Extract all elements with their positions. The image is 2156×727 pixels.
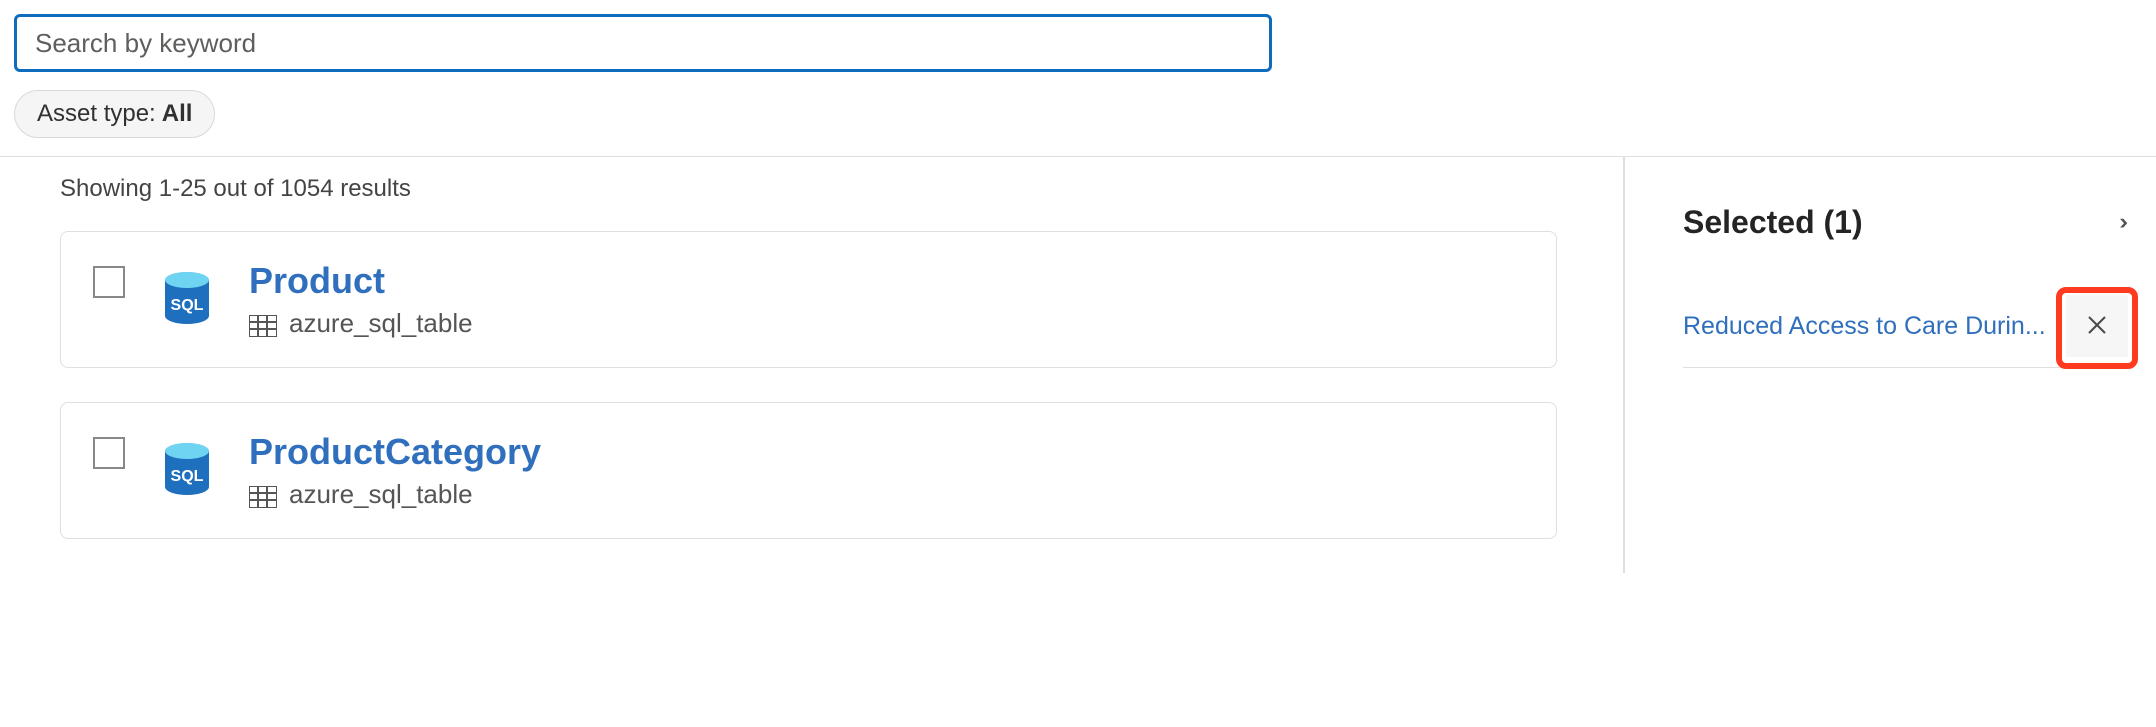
search-input[interactable] <box>14 14 1272 72</box>
remove-selected-button[interactable] <box>2066 295 2128 357</box>
sql-icon: SQL <box>161 441 213 501</box>
result-card[interactable]: SQL Product azure_sql_table <box>60 231 1557 368</box>
result-checkbox[interactable] <box>93 266 125 298</box>
result-card[interactable]: SQL ProductCategory azure_s <box>60 402 1557 539</box>
chevron-double-right-icon: ›› <box>2119 209 2122 234</box>
selected-column: Selected (1) ›› Reduced Access to Care D… <box>1625 157 2156 573</box>
results-count: Showing 1-25 out of 1054 results <box>60 175 1623 203</box>
selected-title: Selected (1) <box>1683 204 1863 241</box>
table-icon <box>249 313 277 335</box>
filter-label: Asset type: <box>37 100 156 128</box>
result-checkbox[interactable] <box>93 437 125 469</box>
result-title[interactable]: Product <box>249 260 1524 302</box>
result-subtype: azure_sql_table <box>249 308 1524 339</box>
result-title[interactable]: ProductCategory <box>249 431 1524 473</box>
selected-item: Reduced Access to Care Durin... <box>1683 295 2128 368</box>
result-subtype-text: azure_sql_table <box>289 308 473 339</box>
selected-item-label[interactable]: Reduced Access to Care Durin... <box>1683 312 2046 341</box>
svg-text:SQL: SQL <box>171 297 204 314</box>
table-icon <box>249 484 277 506</box>
asset-type-filter[interactable]: Asset type: All <box>14 90 215 138</box>
result-subtype-text: azure_sql_table <box>289 479 473 510</box>
svg-text:SQL: SQL <box>171 468 204 485</box>
filter-value: All <box>162 100 193 128</box>
close-icon <box>2086 314 2108 339</box>
result-subtype: azure_sql_table <box>249 479 1524 510</box>
sql-icon: SQL <box>161 270 213 330</box>
collapse-panel-button[interactable]: ›› <box>2113 203 2128 241</box>
results-column: Showing 1-25 out of 1054 results SQL Pro… <box>0 157 1625 573</box>
